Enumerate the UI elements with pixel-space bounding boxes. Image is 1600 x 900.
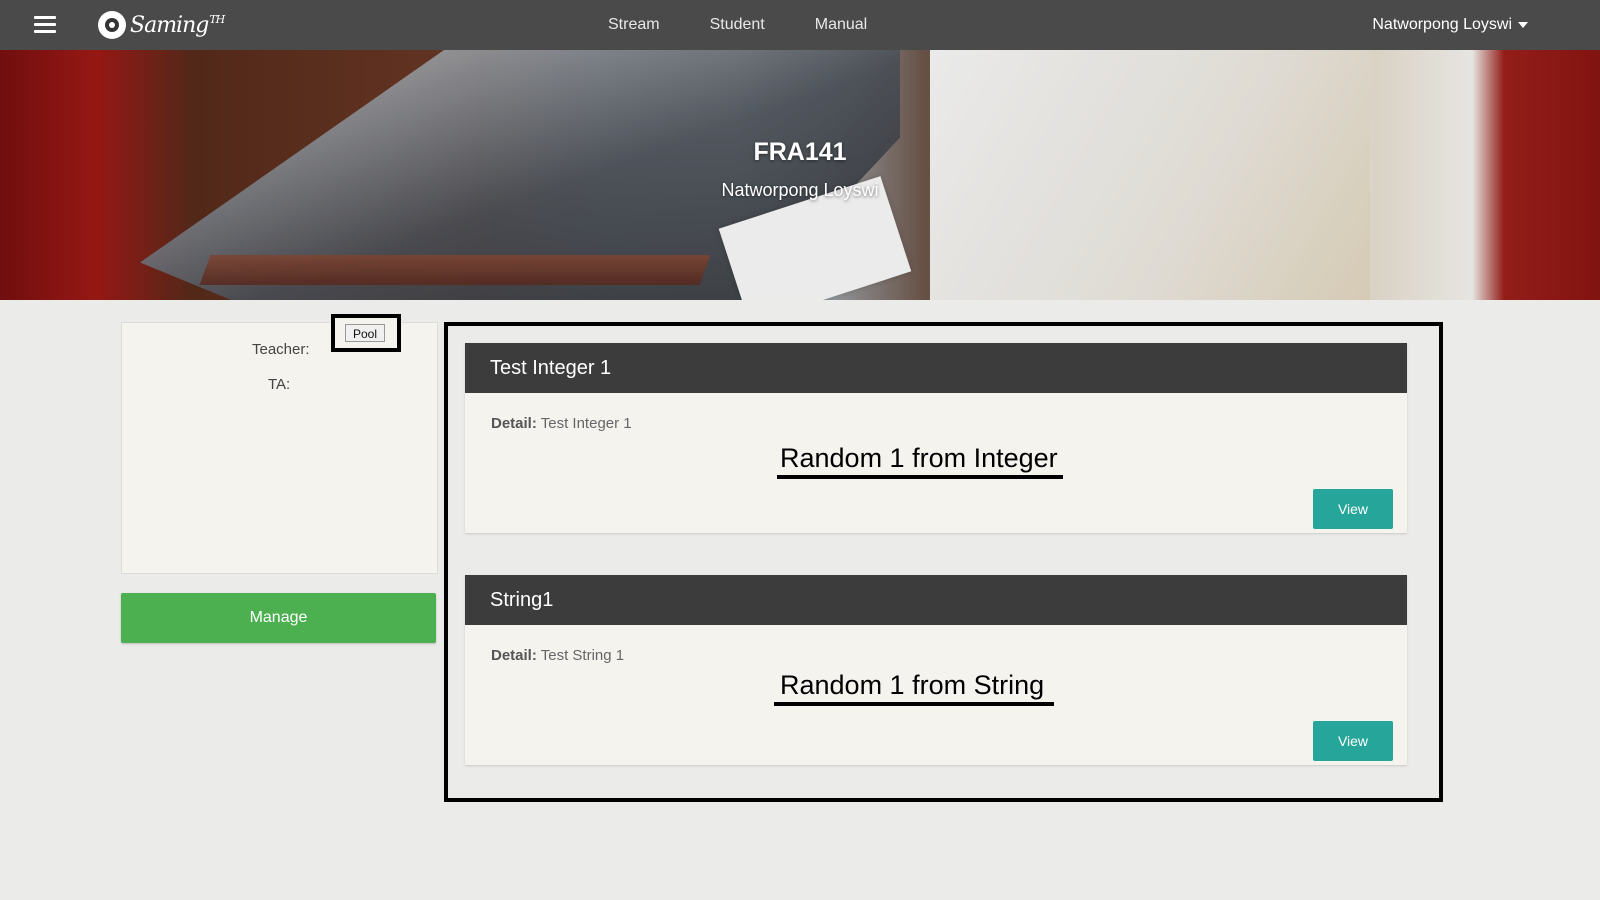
pool-button[interactable]: Pool [345, 324, 385, 342]
question-detail: Detail: Test Integer 1 [491, 415, 632, 432]
user-name: Natworpong Loyswi [1372, 16, 1512, 33]
brand-mark-icon [98, 11, 126, 39]
brand-name: Saming [130, 12, 209, 38]
pool-highlight: Pool [331, 314, 401, 352]
nav-stream[interactable]: Stream [608, 16, 660, 34]
course-banner: FRA141 Natworpong Loyswi [0, 50, 1600, 300]
course-owner: Natworpong Loyswi [721, 180, 879, 200]
detail-text: Test Integer 1 [540, 415, 632, 432]
detail-text: Test String 1 [540, 647, 625, 664]
manage-button[interactable]: Manage [121, 593, 436, 643]
top-navbar: SamingTH Stream Student Manual Natworpon… [0, 0, 1600, 50]
question-body: Detail: Test Integer 1 Random 1 from Int… [465, 393, 1407, 533]
random-rule: Random 1 from Integer [780, 443, 1058, 473]
random-rule-underline [777, 475, 1063, 479]
question-body: Detail: Test String 1 Random 1 from Stri… [465, 625, 1407, 765]
question-card: Test Integer 1 Detail: Test Integer 1 Ra… [465, 343, 1407, 533]
ta-label: TA: [268, 376, 291, 393]
view-button[interactable]: View [1313, 489, 1393, 529]
teacher-label: Teacher: [252, 341, 310, 358]
question-title: String1 [465, 575, 1407, 625]
view-button[interactable]: View [1313, 721, 1393, 761]
detail-label: Detail: [491, 415, 537, 432]
brand-suffix: TH [209, 13, 225, 27]
banner-overlay [0, 50, 1600, 300]
random-rule: Random 1 from String [780, 670, 1045, 700]
random-rule-underline [774, 702, 1054, 706]
detail-label: Detail: [491, 647, 537, 664]
question-title: Test Integer 1 [465, 343, 1407, 393]
course-info-card: Teacher: TA: [121, 322, 438, 574]
nav-manual[interactable]: Manual [815, 16, 867, 34]
user-menu[interactable]: Natworpong Loyswi [1372, 0, 1528, 50]
caret-down-icon [1518, 22, 1528, 28]
question-card: String1 Detail: Test String 1 Random 1 f… [465, 575, 1407, 765]
nav-student[interactable]: Student [710, 16, 765, 34]
menu-icon[interactable] [34, 16, 56, 34]
question-detail: Detail: Test String 1 [491, 647, 624, 664]
main-nav: Stream Student Manual [608, 0, 917, 50]
course-title: FRA141 [753, 138, 847, 166]
brand-logo[interactable]: SamingTH [98, 8, 225, 42]
